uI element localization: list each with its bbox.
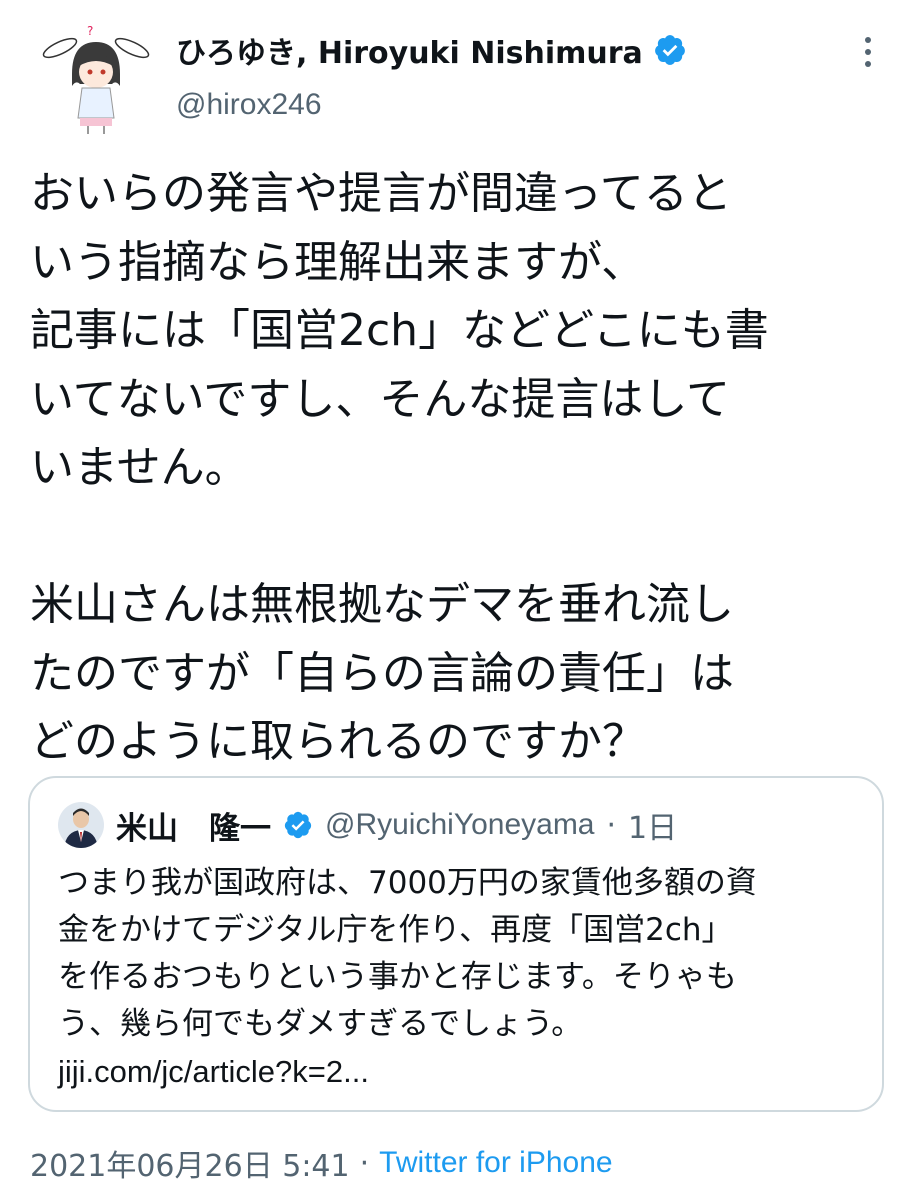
quoted-tweet-header: 米山 隆一 @RyuichiYoneyama · 1日: [58, 800, 677, 850]
more-options-button[interactable]: [848, 32, 888, 72]
quoted-tweet-body: つまり我が国政府は、7000万円の家賃他多額の資 金をかけてデジタル庁を作り、再…: [58, 860, 858, 1095]
tweet-line: たのですが「自らの言論の責任」は: [30, 647, 734, 699]
tweet-line: いてないですし、そんな提言はして: [30, 373, 731, 425]
quoted-author-avatar-icon[interactable]: [58, 802, 104, 848]
tweet-line: おいらの発言や提言が間違ってると: [30, 168, 732, 219]
tweet-source-link[interactable]: Twitter for iPhone: [379, 1146, 612, 1180]
author-avatar[interactable]: ?: [40, 22, 152, 134]
quoted-tweet-link[interactable]: jiji.com/jc/article?k=2...: [58, 1048, 858, 1095]
vertical-ellipsis-icon-dot-3: [865, 61, 871, 67]
tweet-line: どのように取られるのですか？: [30, 716, 646, 767]
separator-dot: ·: [606, 807, 617, 843]
tweet-line: 米山さんは無根拠なデマを垂れ流し: [30, 579, 734, 630]
quoted-tweet-line: う、幾ら何でもダメすぎるでしょう。: [58, 1006, 583, 1042]
quoted-tweet-line: を作るおつもりという事かと存じます。そりゃも: [58, 959, 737, 995]
tweet-text: おいらの発言や提言が間違ってると いう指摘なら理解出来ますが、 記事には「国営2…: [30, 160, 890, 777]
verified-badge-icon: [284, 811, 312, 839]
tweet-line: 記事には「国営2ch」などどこにも書: [30, 305, 769, 356]
quoted-author-name[interactable]: 米山 隆一: [116, 803, 271, 848]
tweet-line: いう指摘なら理解出来ますが、: [30, 236, 646, 288]
verified-badge-icon: [654, 35, 685, 65]
author-name-row: ひろゆき, Hiroyuki Nishimura: [176, 22, 687, 78]
author-display-name[interactable]: ひろゆき, Hiroyuki Nishimura: [176, 28, 643, 72]
vertical-ellipsis-icon-dot-2: [865, 49, 871, 55]
separator-dot: ·: [359, 1145, 370, 1181]
quoted-tweet-time[interactable]: 1日: [628, 803, 677, 847]
svg-text:?: ?: [87, 24, 93, 38]
tweet-timestamp[interactable]: 2021年06月26日 5:41: [30, 1141, 350, 1185]
quoted-tweet-line: 金をかけてデジタル庁を作り、再度「国営2ch」: [58, 912, 733, 948]
quoted-author-handle[interactable]: @RyuichiYoneyama: [325, 808, 595, 842]
quoted-tweet-card[interactable]: 米山 隆一 @RyuichiYoneyama · 1日 つまり我が国政府は、70…: [28, 776, 884, 1112]
anime-character-avatar-icon: ?: [40, 22, 152, 134]
tweet-footer: 2021年06月26日 5:41 · Twitter for iPhone: [30, 1140, 613, 1186]
vertical-ellipsis-icon: [865, 37, 871, 43]
tweet-header: ? ひろゆき, Hiroyuki Nishimura @hirox246: [0, 0, 913, 150]
tweet-line: いません。: [30, 442, 249, 493]
paragraph-break: [30, 503, 890, 572]
author-handle[interactable]: @hirox246: [176, 88, 322, 122]
quoted-tweet-line: つまり我が国政府は、7000万円の家賃他多額の資: [58, 865, 757, 901]
